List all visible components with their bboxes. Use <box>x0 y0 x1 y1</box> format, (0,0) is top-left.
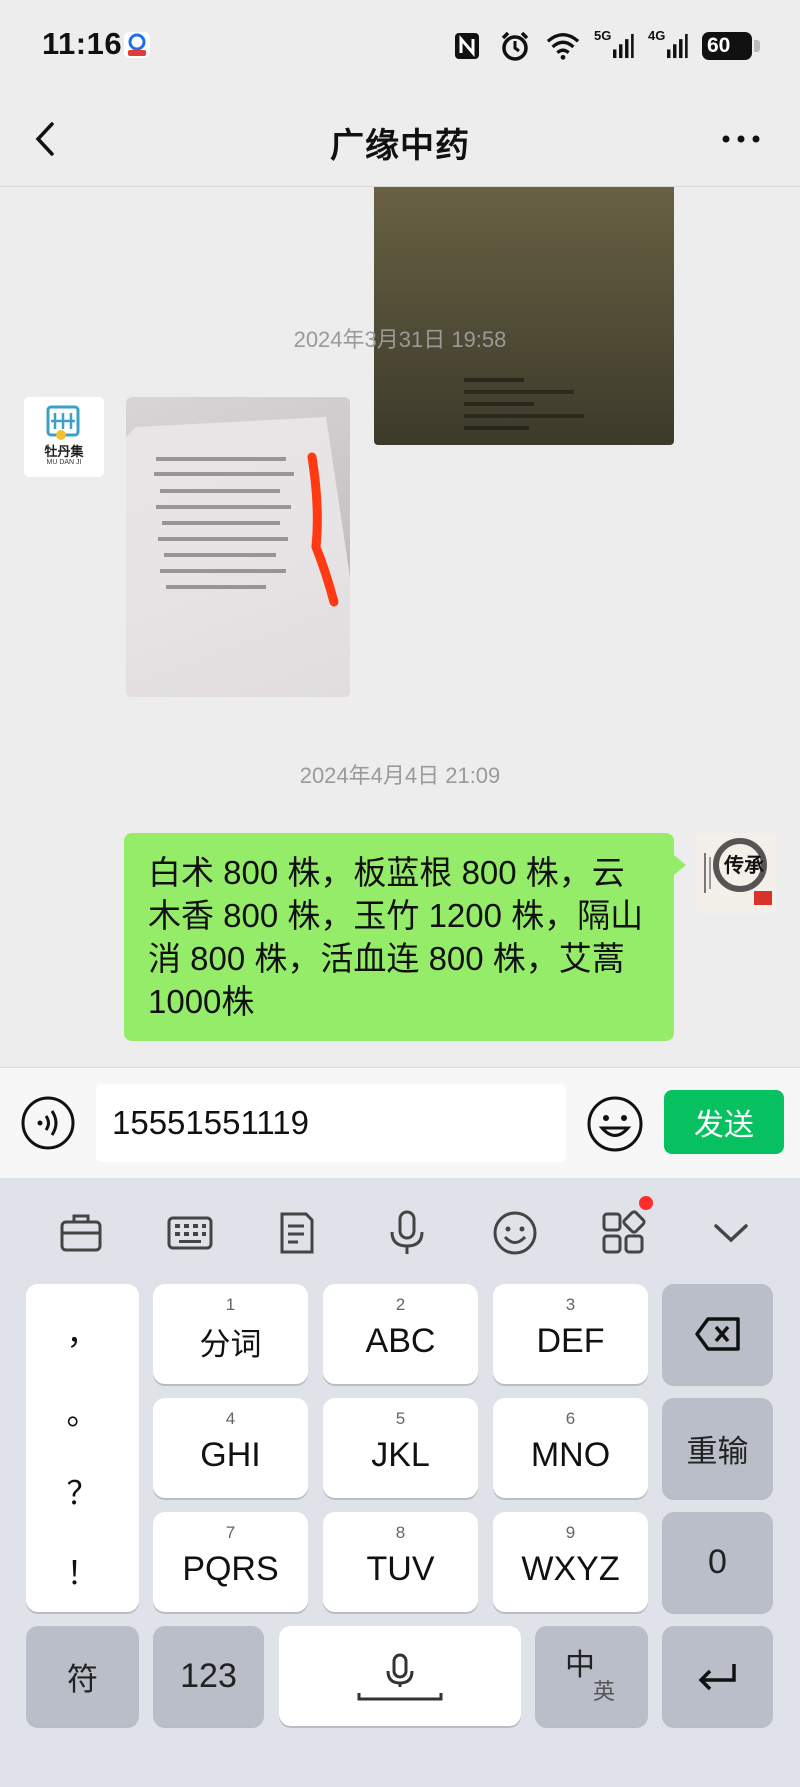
keyboard-icon[interactable] <box>165 1208 215 1258</box>
enter-icon <box>698 1664 736 1691</box>
image-message[interactable] <box>126 397 350 697</box>
punct-comma[interactable]: ， <box>26 1308 139 1354</box>
chevron-down-icon[interactable] <box>706 1208 756 1258</box>
punct-question[interactable]: ？ <box>26 1468 139 1514</box>
chat-title: 广缘中药 <box>330 127 470 165</box>
chat-header: 广缘中药 <box>0 92 800 187</box>
punct-period[interactable]: 。 <box>26 1388 139 1434</box>
image-message[interactable] <box>374 187 674 445</box>
more-icon[interactable] <box>716 114 766 164</box>
message-input-bar: 发送 <box>0 1067 800 1178</box>
key-2-abc[interactable]: 2 ABC <box>323 1284 478 1384</box>
backspace-icon <box>694 1317 740 1351</box>
mic-icon[interactable] <box>382 1208 432 1258</box>
app-notification-icon <box>122 30 152 60</box>
status-time: 11:16 <box>42 26 123 61</box>
smiley-icon[interactable] <box>490 1208 540 1258</box>
apps-icon[interactable] <box>598 1208 648 1258</box>
language-switch-key[interactable]: 中 英 <box>535 1626 648 1726</box>
notification-dot <box>639 1196 653 1210</box>
key-6-mno[interactable]: 6 MNO <box>493 1398 648 1498</box>
nfc-icon <box>450 29 484 63</box>
send-button[interactable]: 发送 <box>664 1090 784 1154</box>
signal-5g-icon: 5G <box>594 29 634 63</box>
avatar-brand-subtext: MU DAN JI <box>46 459 82 466</box>
chat-message-list[interactable]: 2024年3月31日 19:58 牡丹集 MU DAN JI 2024年4月4日… <box>0 187 800 1067</box>
reinput-key[interactable]: 重输 <box>662 1398 773 1498</box>
voice-icon[interactable] <box>20 1095 76 1151</box>
key-5-jkl[interactable]: 5 JKL <box>323 1398 478 1498</box>
outgoing-message-bubble[interactable]: 白术 800 株，板蓝根 800 株，云木香 800 株，玉竹 1200 株，隔… <box>124 833 674 1041</box>
wifi-icon <box>546 29 580 63</box>
signal-4g-icon: 4G <box>648 29 688 63</box>
message-text-input[interactable] <box>96 1084 566 1162</box>
status-bar: 11:16 5G 4G 60 <box>0 0 800 92</box>
battery-indicator: 60 <box>702 32 760 60</box>
key-9-wxyz[interactable]: 9 WXYZ <box>493 1512 648 1612</box>
key-8-tuv[interactable]: 8 TUV <box>323 1512 478 1612</box>
my-avatar[interactable]: 传承 <box>696 833 776 913</box>
alarm-icon <box>498 29 532 63</box>
space-mic-icon <box>357 1653 443 1701</box>
bubble-tail <box>674 855 686 875</box>
ime-keyboard: ， 。 ？ ！ 1 分词 2 ABC 3 DEF 4 GHI 5 JKL 6 M… <box>0 1178 800 1787</box>
punct-exclaim[interactable]: ！ <box>26 1548 139 1594</box>
emoji-icon[interactable] <box>586 1095 644 1153</box>
backspace-key[interactable] <box>662 1284 773 1384</box>
key-1-segment[interactable]: 1 分词 <box>153 1284 308 1384</box>
symbol-key[interactable]: 符 <box>26 1626 139 1726</box>
key-4-ghi[interactable]: 4 GHI <box>153 1398 308 1498</box>
message-timestamp: 2024年4月4日 21:09 <box>299 763 501 788</box>
enter-key[interactable] <box>662 1626 773 1726</box>
key-0[interactable]: 0 <box>662 1512 773 1612</box>
space-key[interactable] <box>279 1626 521 1726</box>
key-7-pqrs[interactable]: 7 PQRS <box>153 1512 308 1612</box>
contact-avatar[interactable]: 牡丹集 MU DAN JI <box>24 397 104 477</box>
key-3-def[interactable]: 3 DEF <box>493 1284 648 1384</box>
avatar-calligraphy-text: 传承 <box>724 853 764 877</box>
numeric-key[interactable]: 123 <box>153 1626 264 1726</box>
avatar-brand-text: 牡丹集 <box>44 444 84 459</box>
message-timestamp: 2024年3月31日 19:58 <box>293 327 507 352</box>
briefcase-icon[interactable] <box>56 1208 106 1258</box>
punctuation-column[interactable]: ， 。 ？ ！ <box>26 1284 139 1612</box>
clipboard-icon[interactable] <box>272 1208 322 1258</box>
keyboard-toolbar <box>0 1178 800 1288</box>
